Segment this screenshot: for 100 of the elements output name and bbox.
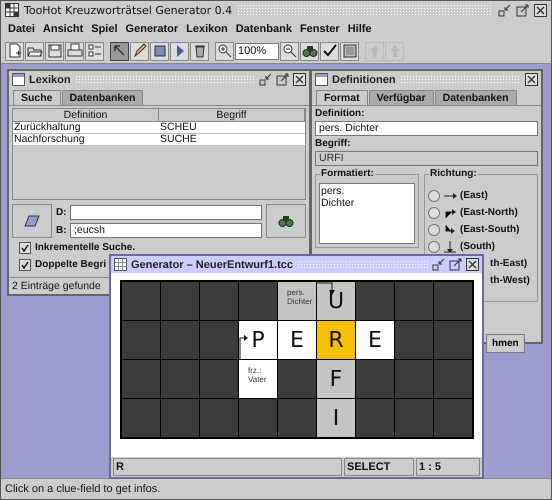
letter-cell[interactable]: E — [278, 321, 316, 359]
toolbar-button[interactable] — [25, 42, 44, 60]
tab[interactable]: Datenbanken — [62, 90, 144, 105]
toolbar-button[interactable] — [110, 42, 129, 60]
menu-item[interactable]: Ansicht — [38, 23, 88, 35]
toolbar-button[interactable] — [85, 42, 104, 60]
zoom-in-icon — [216, 43, 232, 59]
radio-label: th-West) — [490, 275, 530, 286]
block-cell — [395, 399, 433, 437]
maximize-icon[interactable] — [516, 4, 529, 16]
checkbox[interactable] — [19, 258, 31, 270]
pencil-icon — [132, 43, 148, 59]
radio-button[interactable] — [428, 224, 440, 236]
menu-item[interactable]: Lexikon — [182, 23, 232, 35]
checkmark-icon — [322, 43, 338, 59]
toolbar-button[interactable] — [300, 42, 319, 60]
toolbar-button[interactable] — [190, 42, 209, 60]
search-button[interactable] — [266, 204, 306, 238]
letter-cell[interactable]: I — [317, 399, 355, 437]
block-cell — [434, 399, 472, 437]
column-header[interactable]: Begriff — [159, 109, 305, 122]
input-field[interactable]: pers. Dichter — [315, 121, 538, 136]
table-cell: SCHEU — [159, 122, 305, 134]
window-title-bar[interactable]: Definitionen — [312, 71, 541, 88]
checkmark-icon — [21, 260, 29, 268]
radio-label: (East-South) — [460, 224, 520, 235]
radio-label: (South) — [460, 241, 495, 252]
toolbar-button[interactable] — [215, 42, 234, 60]
menu-item[interactable]: Datei — [4, 23, 39, 35]
status-bar: Click on a clue-field to get infos. — [1, 478, 551, 499]
text-area[interactable]: pers. Dichter — [319, 183, 415, 244]
window-icon — [12, 73, 25, 86]
input-field[interactable]: ;eucsh — [70, 222, 262, 238]
tab[interactable]: Suche — [13, 90, 61, 105]
maximize-icon[interactable] — [276, 73, 289, 86]
menu-item[interactable]: Fenster — [296, 23, 344, 35]
maximize-icon[interactable] — [449, 258, 462, 271]
tab[interactable]: Verfügbar — [368, 90, 434, 105]
radio-button[interactable] — [428, 240, 440, 252]
input-field[interactable] — [70, 204, 262, 220]
block-cell — [278, 360, 316, 398]
close-icon[interactable] — [525, 73, 538, 86]
block-cell — [122, 360, 160, 398]
field-label: Definition: — [315, 108, 366, 119]
letter-cell[interactable]: F — [317, 360, 355, 398]
arrow-icon — [443, 240, 457, 252]
letter-cell[interactable]: P — [239, 321, 277, 359]
minimize-icon[interactable] — [259, 73, 272, 86]
clue-cell[interactable]: frz.: Vater — [239, 360, 277, 398]
toolbar-button[interactable] — [130, 42, 149, 60]
window-title-bar[interactable]: Generator – NeuerEntwurf1.tcc — [111, 256, 482, 273]
zoom-field[interactable]: 100% — [235, 42, 279, 60]
block-cell — [395, 360, 433, 398]
printer-icon — [66, 43, 82, 59]
menu-item[interactable]: Spiel — [87, 23, 122, 35]
menu-item[interactable]: Hilfe — [344, 23, 376, 35]
block-cell — [395, 321, 433, 359]
toolbar-button[interactable] — [340, 42, 359, 60]
eraser-button[interactable] — [12, 204, 52, 238]
binoculars-icon — [278, 213, 294, 229]
toolbar-button[interactable] — [280, 42, 299, 60]
menu-item[interactable]: Datenbank — [232, 23, 296, 35]
toolbar-button[interactable] — [5, 42, 24, 60]
toolbar-button[interactable] — [45, 42, 64, 60]
toolbar-button[interactable] — [320, 42, 339, 60]
toolbar-button[interactable] — [150, 42, 169, 60]
app-icon — [5, 3, 19, 17]
close-icon[interactable] — [293, 73, 306, 86]
checkbox[interactable] — [19, 242, 31, 254]
block-cell — [356, 360, 394, 398]
block-cell — [122, 399, 160, 437]
tab[interactable]: Format — [316, 90, 368, 105]
radio-button[interactable] — [428, 206, 440, 218]
letter-cell[interactable]: R — [317, 321, 355, 359]
minimize-icon[interactable] — [498, 4, 511, 16]
status-field: R — [113, 458, 342, 476]
minimize-icon[interactable] — [432, 258, 445, 271]
input-field: URFI — [315, 151, 538, 166]
radio-button[interactable] — [428, 190, 440, 202]
zoom-out-icon — [282, 43, 298, 59]
toolbar-button[interactable] — [65, 42, 84, 60]
column-header[interactable]: Definition — [13, 109, 159, 122]
window-title-bar[interactable]: Lexikon — [9, 71, 309, 88]
block-cell — [395, 282, 433, 320]
block-cell — [161, 399, 199, 437]
window-title: Definitionen — [332, 74, 396, 86]
radio-label: (East) — [460, 190, 488, 201]
tab[interactable]: Datenbanken — [434, 90, 517, 105]
checkmark-icon — [21, 244, 29, 252]
block-cell — [278, 399, 316, 437]
letter-cell[interactable]: U — [317, 282, 355, 320]
block-cell — [200, 321, 238, 359]
close-icon[interactable] — [466, 258, 479, 271]
letter-cell[interactable]: E — [356, 321, 394, 359]
radio-label: (East-North) — [460, 207, 518, 218]
apply-button[interactable]: hmen — [486, 334, 525, 353]
clue-cell[interactable]: pers. Dichter — [278, 282, 316, 320]
block-cell — [200, 282, 238, 320]
menu-item[interactable]: Generator — [122, 23, 182, 35]
close-icon[interactable] — [534, 4, 547, 16]
